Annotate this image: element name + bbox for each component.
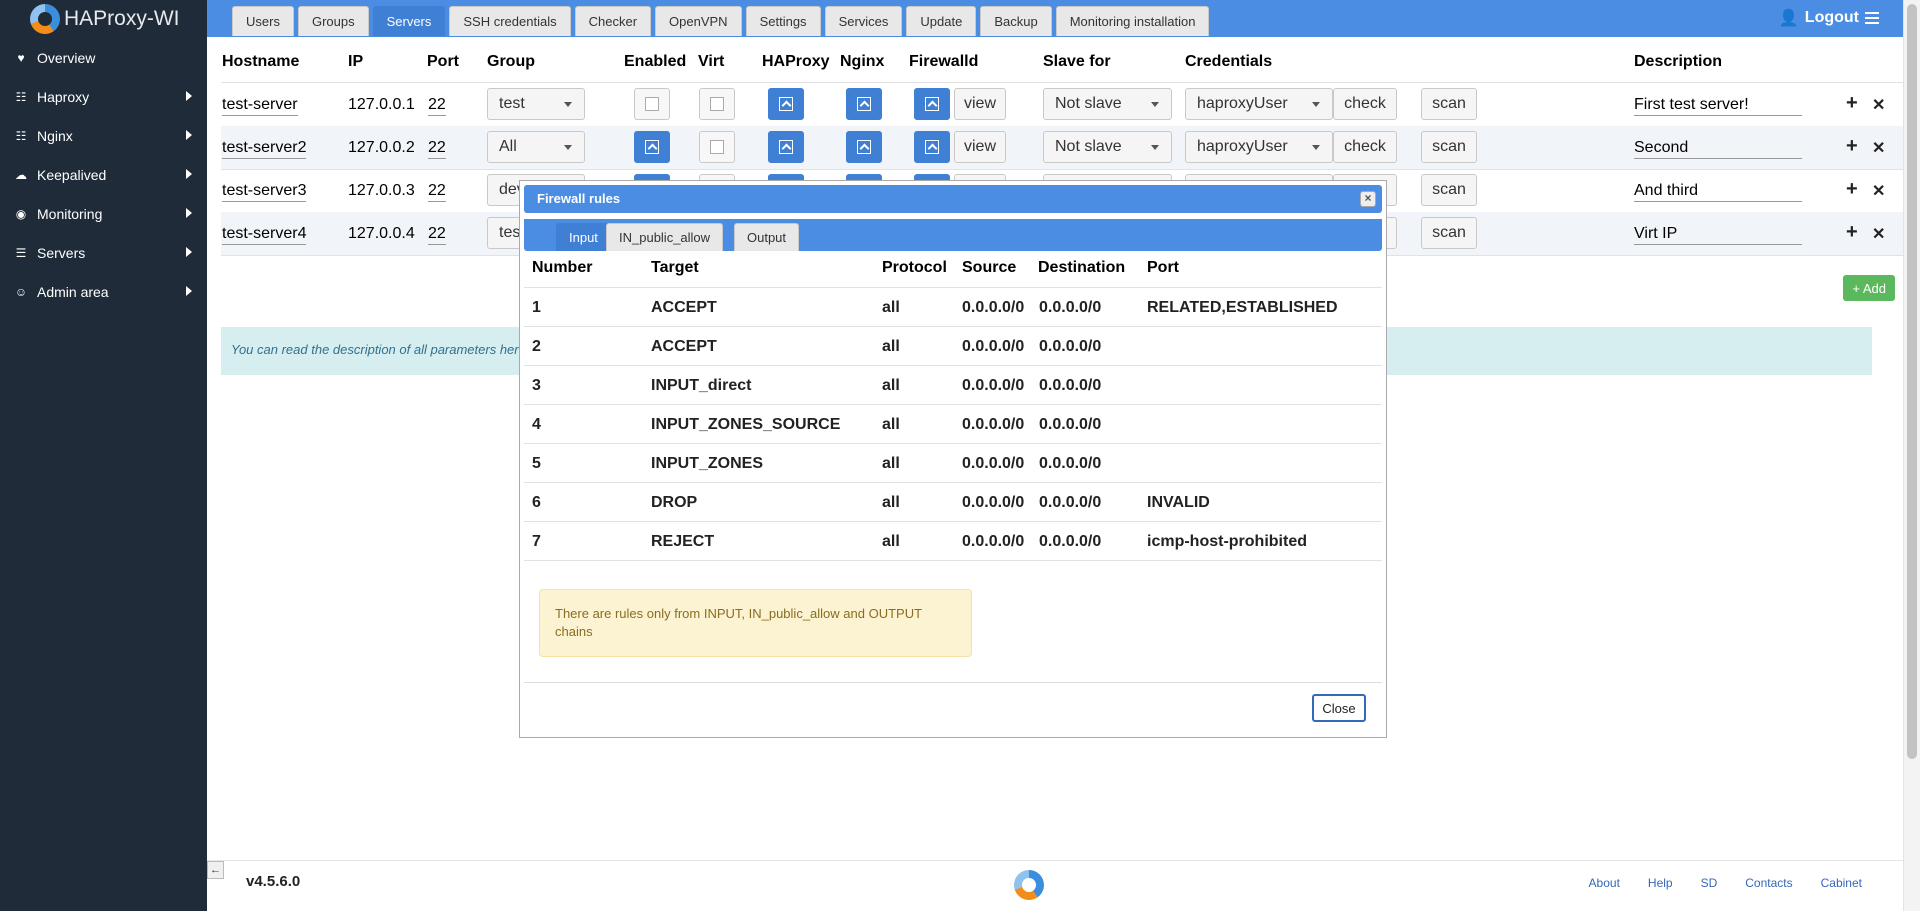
dialog-close-icon[interactable]: ×: [1360, 191, 1376, 207]
rule-target: INPUT_direct: [651, 377, 752, 394]
firewall-rule-row: 6 DROP all 0.0.0.0/0 0.0.0.0/0 INVALID: [524, 482, 1382, 521]
rule-destination: 0.0.0.0/0: [1039, 494, 1102, 511]
firewall-rule-row: 2 ACCEPT all 0.0.0.0/0 0.0.0.0/0: [524, 326, 1382, 365]
tab-in-public-allow[interactable]: IN_public_allow: [606, 223, 724, 251]
rule-protocol: all: [882, 533, 900, 550]
rules-bottom-border: [524, 560, 1382, 561]
chains-warning: There are rules only from INPUT, IN_publ…: [539, 589, 972, 657]
footer-link-contacts[interactable]: Contacts: [1745, 876, 1792, 890]
fw-col-destination: Destination: [1038, 259, 1126, 276]
rule-number: 3: [532, 377, 541, 394]
rule-destination: 0.0.0.0/0: [1039, 416, 1102, 433]
footer-logo-icon[interactable]: [1014, 870, 1044, 900]
rule-destination: 0.0.0.0/0: [1039, 455, 1102, 472]
firewall-chain-tabs: Input IN_public_allow Output: [524, 219, 1382, 251]
footer-link-about[interactable]: About: [1589, 876, 1620, 890]
rule-protocol: all: [882, 377, 900, 394]
dialog-titlebar[interactable]: Firewall rules ×: [524, 185, 1382, 213]
rule-protocol: all: [882, 494, 900, 511]
firewall-rule-row: 3 INPUT_direct all 0.0.0.0/0 0.0.0.0/0: [524, 365, 1382, 404]
rule-protocol: all: [882, 338, 900, 355]
rule-source: 0.0.0.0/0: [962, 533, 1025, 550]
rule-protocol: all: [882, 299, 900, 316]
footer-link-help[interactable]: Help: [1648, 876, 1673, 890]
footer-link-sd[interactable]: SD: [1701, 876, 1718, 890]
app-version: v4.5.6.0: [246, 873, 301, 890]
rule-number: 2: [532, 338, 541, 355]
rule-number: 4: [532, 416, 541, 433]
collapse-sidebar-icon[interactable]: ←: [207, 861, 224, 879]
rule-number: 5: [532, 455, 541, 472]
tab-output[interactable]: Output: [734, 223, 800, 251]
close-button[interactable]: Close: [1312, 694, 1366, 722]
firewall-rule-row: 4 INPUT_ZONES_SOURCE all 0.0.0.0/0 0.0.0.0/0: [524, 404, 1382, 443]
modal-overlay: Firewall rules × Input IN_public_allow O…: [0, 0, 1920, 911]
rule-destination: 0.0.0.0/0: [1039, 338, 1102, 355]
rule-port: icmp-host-prohibited: [1147, 533, 1307, 550]
tab-input[interactable]: Input: [556, 223, 611, 251]
firewall-rule-row: 1 ACCEPT all 0.0.0.0/0 0.0.0.0/0 RELATED,ESTA…: [524, 287, 1382, 326]
rule-protocol: all: [882, 416, 900, 433]
rule-source: 0.0.0.0/0: [962, 455, 1025, 472]
firewall-rules-dialog: Firewall rules × Input IN_public_allow O…: [519, 180, 1387, 738]
rule-destination: 0.0.0.0/0: [1039, 377, 1102, 394]
rule-port: INVALID: [1147, 494, 1210, 511]
rule-target: ACCEPT: [651, 338, 717, 355]
rule-source: 0.0.0.0/0: [962, 299, 1025, 316]
rule-number: 7: [532, 533, 541, 550]
rule-source: 0.0.0.0/0: [962, 377, 1025, 394]
footer-link-cabinet[interactable]: Cabinet: [1821, 876, 1862, 890]
footer-divider: [207, 860, 1903, 861]
fw-col-source: Source: [962, 259, 1017, 276]
rule-source: 0.0.0.0/0: [962, 338, 1025, 355]
footer-links: About Help SD Contacts Cabinet: [1589, 876, 1862, 890]
rule-source: 0.0.0.0/0: [962, 494, 1025, 511]
rule-target: DROP: [651, 494, 698, 511]
fw-col-target: Target: [651, 259, 699, 276]
firewall-rule-row: 5 INPUT_ZONES all 0.0.0.0/0 0.0.0.0/0: [524, 443, 1382, 482]
rule-destination: 0.0.0.0/0: [1039, 299, 1102, 316]
rule-source: 0.0.0.0/0: [962, 416, 1025, 433]
dialog-title: Firewall rules: [537, 191, 621, 206]
fw-col-number: Number: [532, 259, 593, 276]
rule-number: 1: [532, 299, 541, 316]
rule-destination: 0.0.0.0/0: [1039, 533, 1102, 550]
rule-target: INPUT_ZONES: [651, 455, 764, 472]
rule-target: ACCEPT: [651, 299, 717, 316]
rule-number: 6: [532, 494, 541, 511]
firewall-rule-row: 7 REJECT all 0.0.0.0/0 0.0.0.0/0 icmp-host-pr…: [524, 521, 1382, 560]
rule-target: INPUT_ZONES_SOURCE: [651, 416, 841, 433]
rule-port: RELATED,ESTABLISHED: [1147, 299, 1338, 316]
rule-target: REJECT: [651, 533, 715, 550]
fw-col-protocol: Protocol: [882, 259, 947, 276]
fw-col-port: Port: [1147, 259, 1179, 276]
dialog-footer-divider: [524, 682, 1382, 683]
rule-protocol: all: [882, 455, 900, 472]
